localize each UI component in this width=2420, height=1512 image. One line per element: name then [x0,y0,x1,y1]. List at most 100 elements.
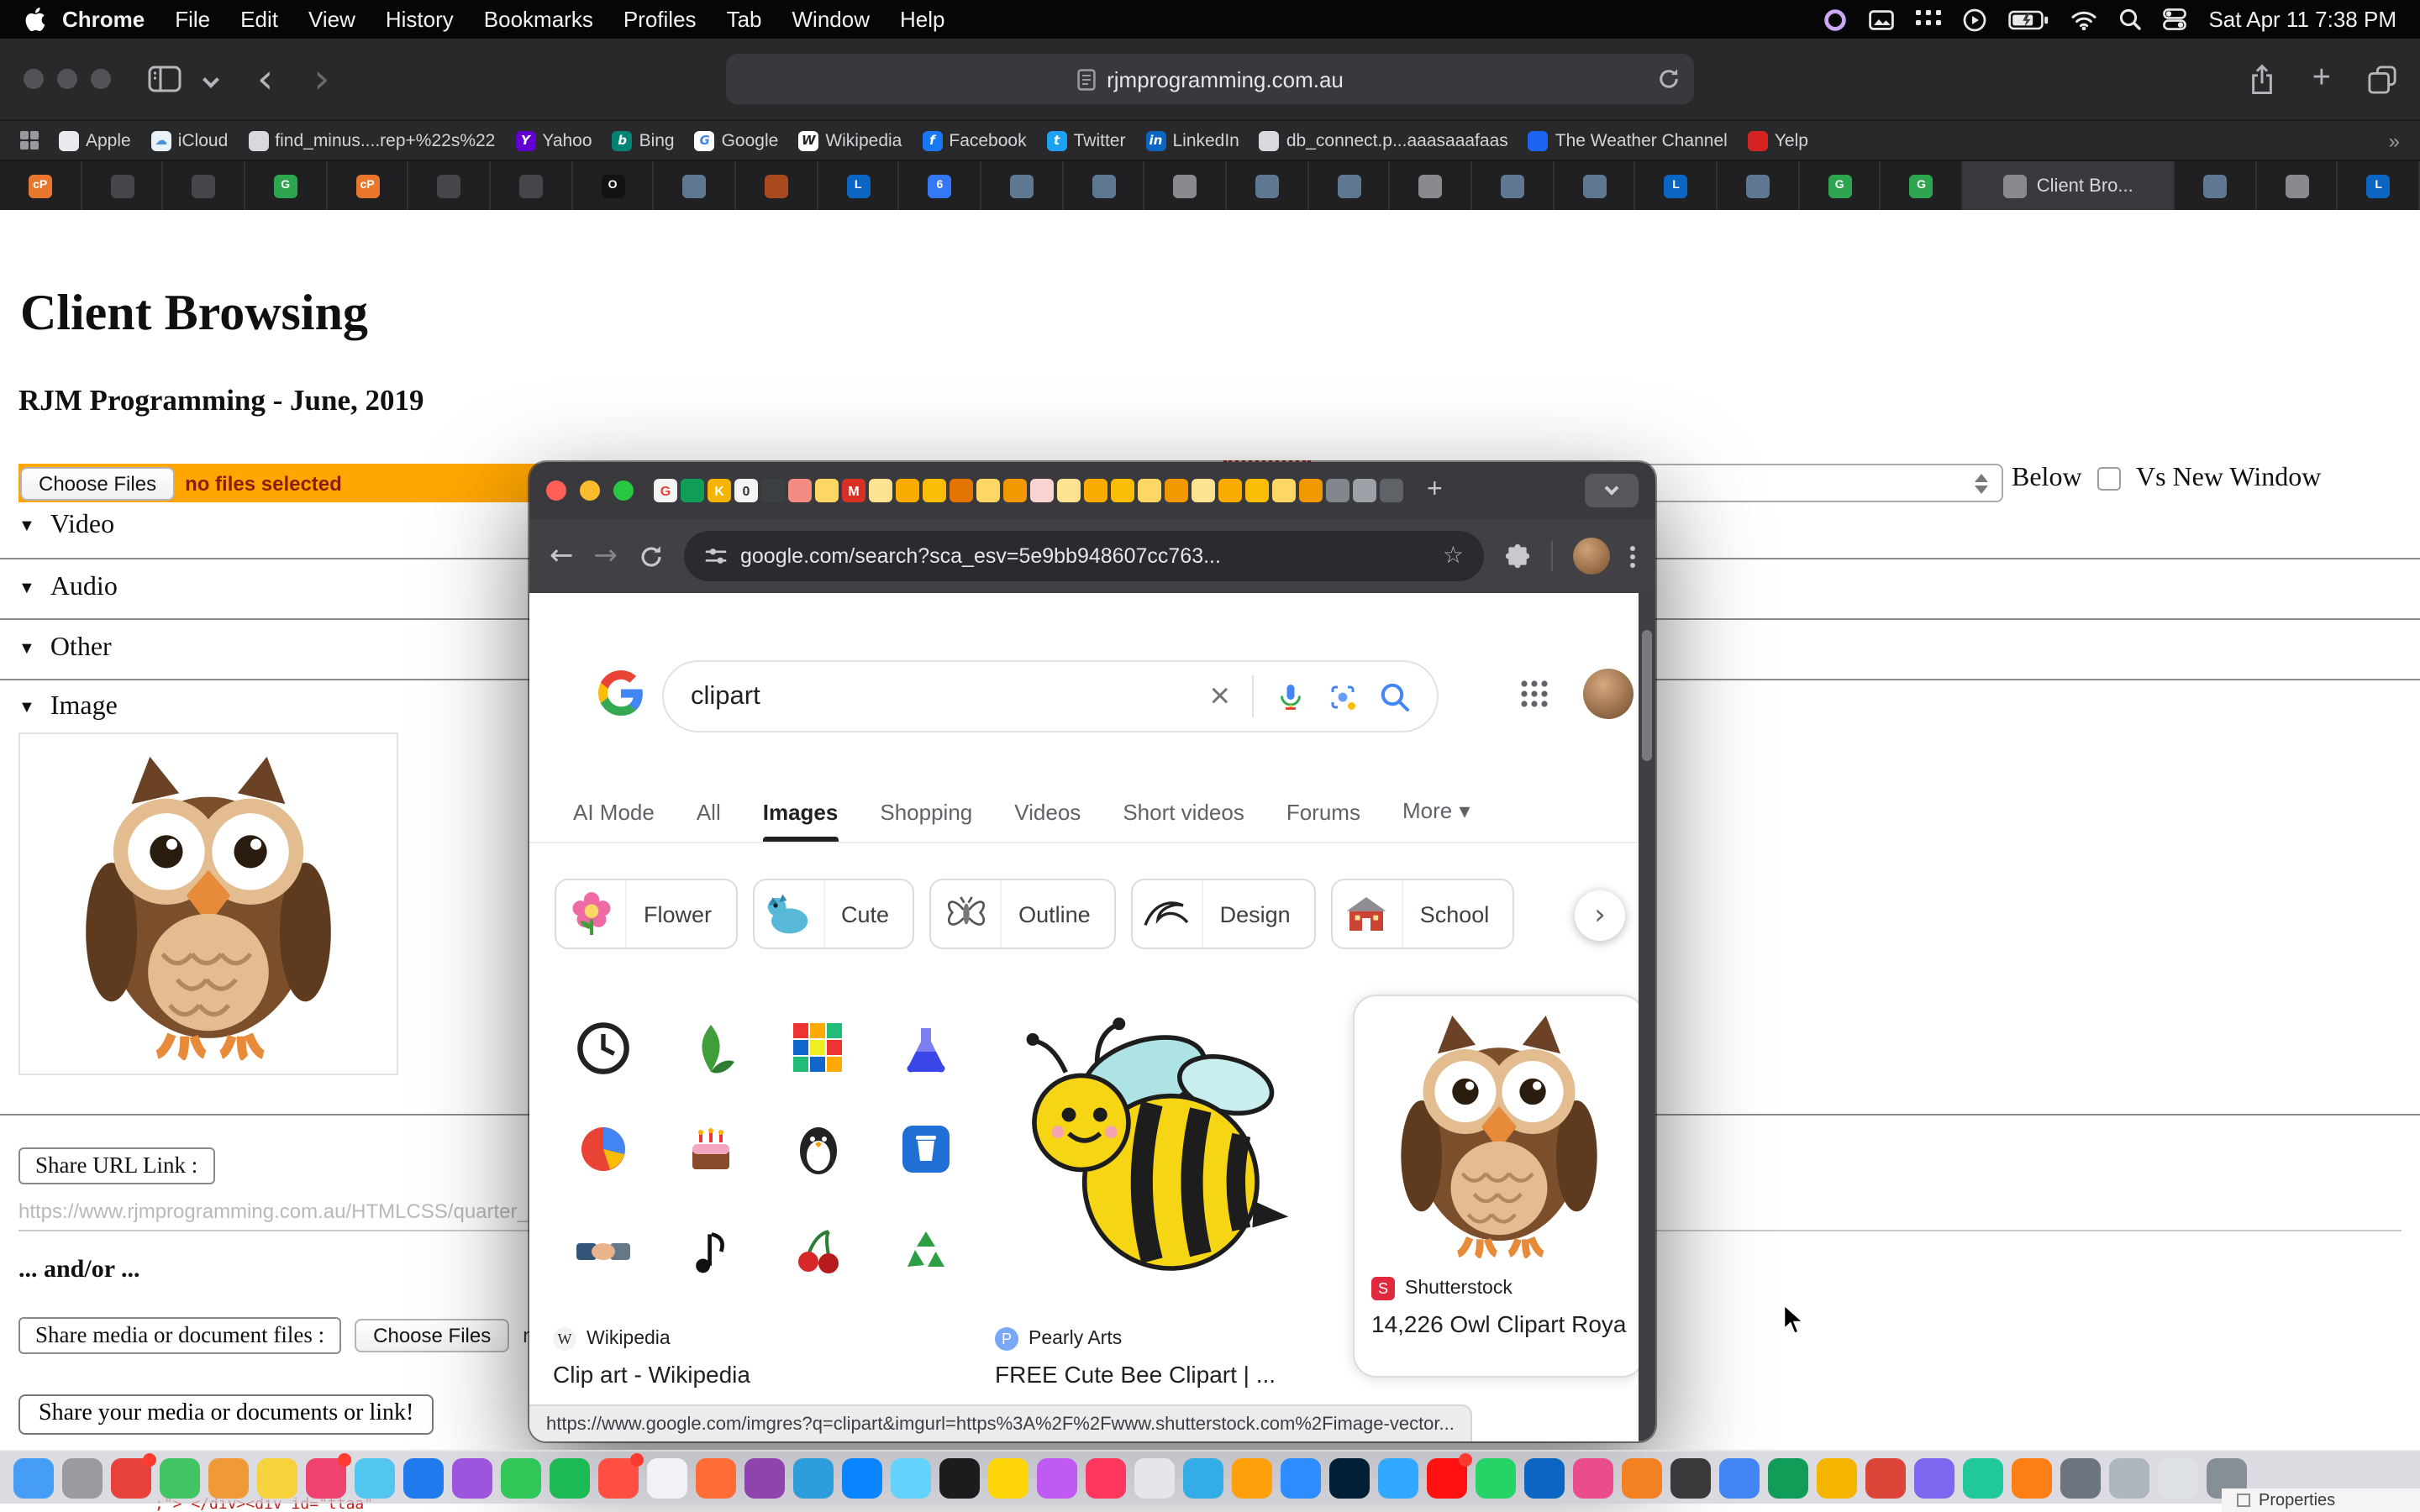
active-app-name[interactable]: Chrome [47,7,160,32]
google-apps-grid-icon[interactable] [1519,679,1549,709]
browser-tab[interactable]: 6 [900,161,981,210]
battery-status-icon[interactable] [2008,9,2049,29]
tab-favicon[interactable] [923,479,946,502]
dock-icon[interactable] [1476,1457,1516,1498]
dock-icon[interactable] [1086,1457,1126,1498]
section-image-toggle[interactable]: ▼ Image [18,692,118,722]
dock-icon[interactable] [1622,1457,1662,1498]
dock-icon[interactable] [696,1457,736,1498]
browser-tab[interactable] [1391,161,1472,210]
bookmark-item[interactable]: W Wikipedia [798,130,902,150]
tab-favicon[interactable] [1138,479,1161,502]
dock-icon[interactable] [2109,1457,2149,1498]
bookmarks-overflow-chevron[interactable]: » [2389,129,2400,152]
close-window-button[interactable] [546,480,566,501]
close-window-button[interactable] [24,69,44,89]
dock-icon[interactable] [2012,1457,2052,1498]
search-tab[interactable]: More [1402,798,1470,842]
choose-files-button[interactable]: Choose Files [20,466,175,500]
forward-button[interactable]: › [313,62,329,96]
browser-tab[interactable]: O [572,161,654,210]
dock-icon[interactable] [501,1457,541,1498]
tab-favicon[interactable] [1057,479,1081,502]
dock-icon[interactable] [939,1457,980,1498]
tab-favicon[interactable] [1030,479,1054,502]
dock-icon[interactable] [1134,1457,1175,1498]
browser-tab[interactable] [736,161,818,210]
bookmark-item[interactable]: t Twitter [1047,130,1126,150]
dock-icon[interactable] [13,1457,54,1498]
browser-tab[interactable] [2175,161,2256,210]
dock-icon[interactable] [208,1457,249,1498]
lens-search-icon[interactable] [1328,681,1358,711]
tab-overview-icon[interactable] [2368,65,2396,93]
search-tab[interactable]: AI Mode [573,800,655,842]
minimize-window-button[interactable] [57,69,77,89]
tab-favicon[interactable]: 0 [734,479,758,502]
forward-button[interactable]: → [594,539,618,573]
search-tab[interactable]: Videos [1014,800,1081,842]
tab-favicon[interactable] [869,479,892,502]
tab-favicon[interactable] [1084,479,1107,502]
browser-tab[interactable] [491,161,572,210]
result-image-collage[interactable] [553,1000,976,1300]
dock-icon[interactable] [160,1457,200,1498]
tab-favicon[interactable] [1165,479,1188,502]
new-tab-icon[interactable]: + [1427,475,1443,506]
dock-icon[interactable] [598,1457,639,1498]
control-center-icon[interactable] [2163,8,2186,30]
menu-item[interactable]: Profiles [608,7,712,32]
bookmark-star-icon[interactable]: ☆ [1443,543,1464,570]
tab-favicon[interactable] [815,479,839,502]
google-logo[interactable] [598,670,644,716]
clear-search-icon[interactable]: × [1209,681,1230,711]
bookmark-item[interactable]: find_minus....rep+%22s%22 [248,130,495,150]
share-icon[interactable] [2249,63,2275,95]
browser-tab[interactable] [1309,161,1391,210]
back-button[interactable]: ← [550,539,574,573]
sidebar-toggle-icon[interactable] [148,66,182,92]
chips-scroll-right-button[interactable]: › [1575,890,1625,941]
vs-new-window-checkbox[interactable] [2097,467,2121,491]
dock-icon[interactable] [2060,1457,2101,1498]
dock-icon[interactable] [1768,1457,1808,1498]
browser-tab[interactable] [409,161,491,210]
result-card-owl[interactable]: S Shutterstock 14,226 Owl Clipart Royalt [1353,995,1645,1378]
bookmark-item[interactable]: ☁ iCloud [151,130,229,150]
frequently-visited-icon[interactable] [20,131,39,150]
search-box[interactable]: clipart × [662,660,1439,732]
zoom-window-button[interactable] [91,69,111,89]
browser-tab[interactable]: G [1800,161,1881,210]
tab-favicon[interactable] [761,479,785,502]
search-tab[interactable]: Images [763,800,839,842]
browser-tab[interactable] [1555,161,1636,210]
photos-status-icon[interactable] [1869,9,1894,29]
new-tab-icon[interactable]: + [2312,60,2331,97]
site-settings-icon[interactable] [703,544,727,568]
reload-icon[interactable] [1657,67,1681,91]
tab-favicon[interactable] [1218,479,1242,502]
dock-icon[interactable] [1183,1457,1223,1498]
browser-tab[interactable] [1063,161,1144,210]
browser-tab[interactable]: L [1636,161,1718,210]
apple-menu-icon[interactable] [24,7,47,32]
browser-tab[interactable] [82,161,163,210]
dock-icon[interactable] [1232,1457,1272,1498]
chip-flower[interactable]: Flower [555,879,737,949]
spotlight-icon[interactable] [2119,8,2141,30]
browser-tab[interactable]: cP [0,161,82,210]
bookmark-item[interactable]: db_connect.p...aaasaaafaas [1260,130,1508,150]
keypad-status-icon[interactable] [1916,10,1941,29]
dock-icon[interactable] [1963,1457,2003,1498]
browser-tab[interactable] [1227,161,1308,210]
menu-item[interactable]: Bookmarks [469,7,608,32]
zoom-window-button[interactable] [613,480,634,501]
menu-item[interactable]: File [160,7,225,32]
tab-favicon[interactable] [1326,479,1349,502]
section-video-toggle[interactable]: ▼ Video [18,511,114,541]
browser-tab[interactable] [1718,161,1799,210]
result-image-bee[interactable] [995,1000,1331,1300]
tab-favicon[interactable]: K [708,479,731,502]
dock-icon[interactable] [744,1457,785,1498]
browser-tab[interactable] [164,161,245,210]
